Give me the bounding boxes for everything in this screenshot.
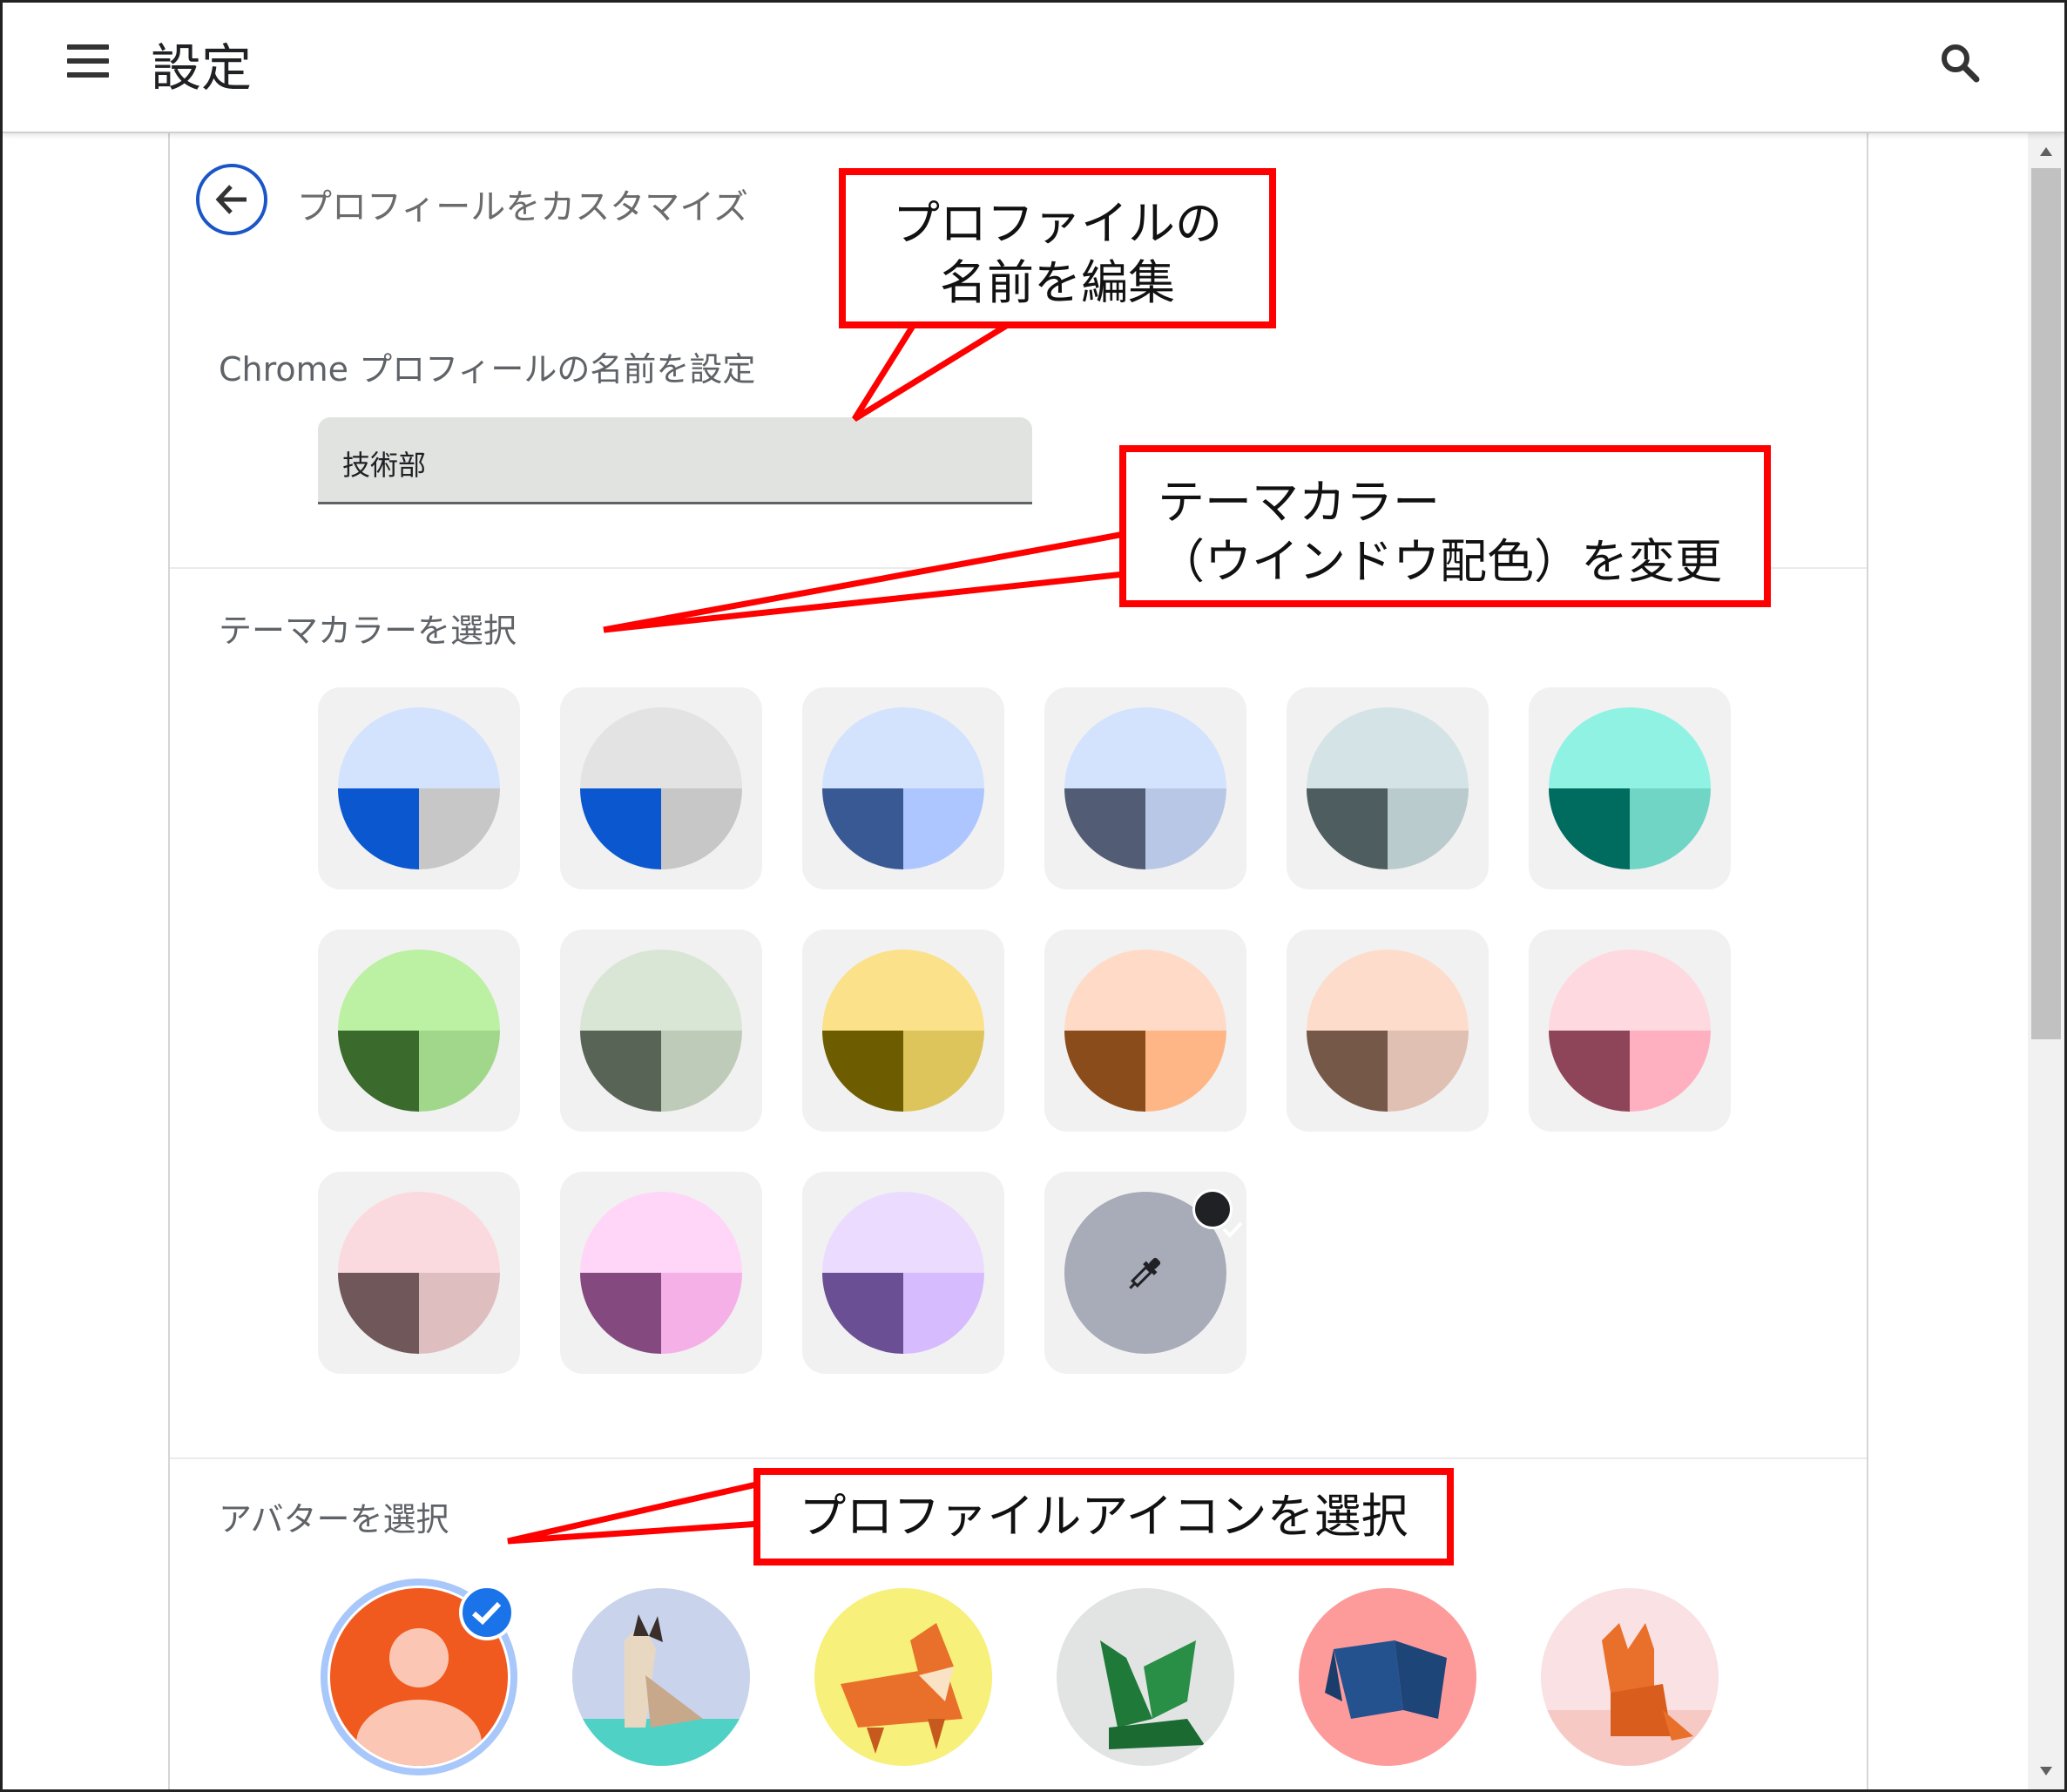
callout-edit-name: プロファイルの 名前を編集 [839, 168, 1276, 328]
callout-pick-icon-text: プロファイルアイコンを選択 [799, 1489, 1408, 1544]
callout-edit-name-line2: 名前を編集 [940, 255, 1175, 310]
window-frame: 設定 プロフィールをカスタマイズ Chrome プロフィールの名前を設定 技術部… [0, 0, 2067, 1792]
callout-theme-line1: テーマカラー [1158, 475, 1440, 530]
callout-pick-icon: プロファイルアイコンを選択 [753, 1468, 1454, 1565]
callout-theme-change: テーマカラー （ウインドウ配色）を変更 [1119, 445, 1771, 607]
callout-edit-name-line1: プロファイルの [893, 196, 1222, 251]
callout-theme-line2: （ウインドウ配色）を変更 [1158, 534, 1722, 589]
